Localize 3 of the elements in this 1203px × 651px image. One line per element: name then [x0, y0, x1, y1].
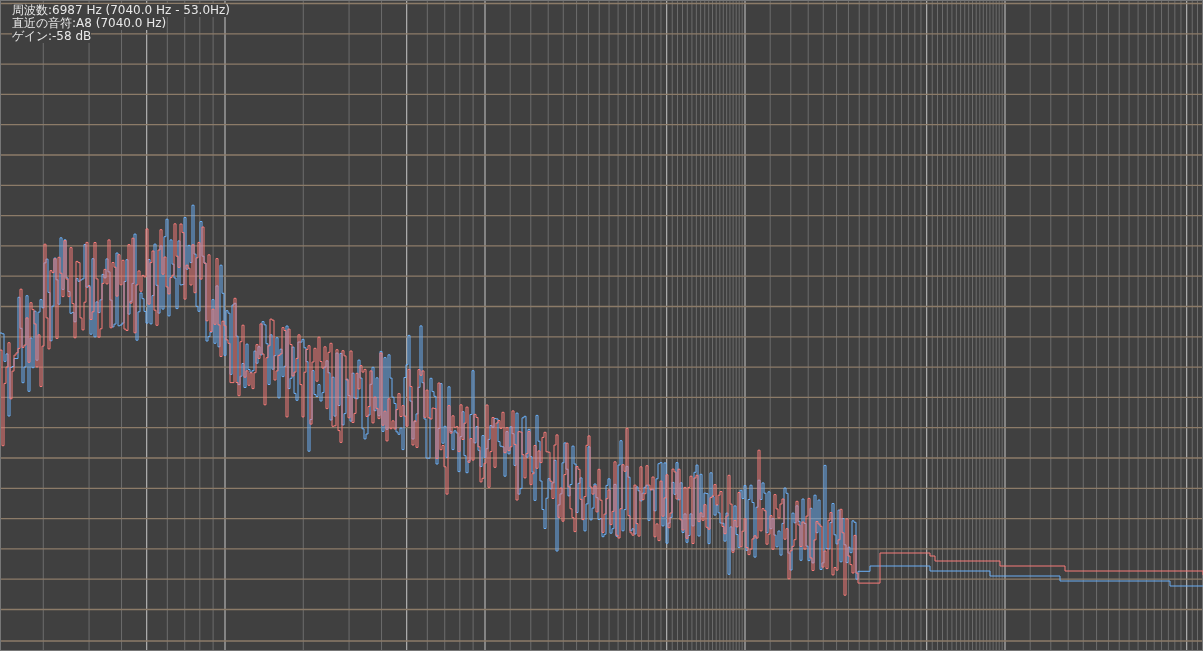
- readout-text: 直近の音符:A8 (7040.0 Hz): [12, 17, 167, 30]
- readout-text: ゲイン:-58 dB: [12, 30, 92, 43]
- readout-text: 周波数:6987 Hz (7040.0 Hz - 53.0Hz): [12, 4, 231, 17]
